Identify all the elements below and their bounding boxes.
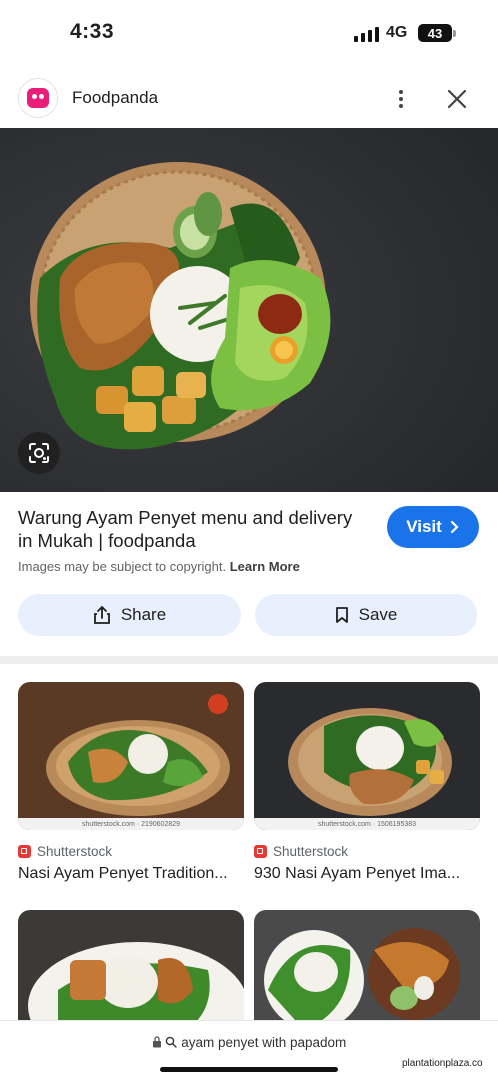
related-thumbnail[interactable]: shutterstock.com · 1506195383 — [254, 682, 480, 830]
foodpanda-logo-icon[interactable] — [18, 78, 58, 118]
save-button[interactable]: Save — [255, 594, 477, 636]
lens-search-icon[interactable] — [18, 432, 60, 474]
result-source: Shutterstock — [37, 844, 113, 859]
result-title[interactable]: 930 Nasi Ayam Penyet Ima... — [254, 865, 480, 883]
result-title[interactable]: Nasi Ayam Penyet Tradition... — [18, 865, 244, 883]
search-icon — [166, 1036, 178, 1048]
copyright-notice: Images may be subject to copyright. Lear… — [18, 559, 300, 574]
signal-icon — [354, 26, 380, 42]
share-label: Share — [120, 605, 167, 624]
result-info: Warung Ayam Penyet menu and delivery in … — [0, 492, 498, 656]
share-icon — [93, 605, 110, 624]
bookmark-icon — [335, 607, 348, 623]
related-result-card[interactable]: shutterstock.com · 2190602829 Shuttersto… — [18, 682, 244, 883]
address-bar[interactable]: ayam penyet with papadom — [0, 1020, 498, 1080]
visit-label: Visit — [406, 517, 442, 536]
shutterstock-icon — [18, 845, 31, 858]
site-name[interactable]: Foodpanda — [72, 88, 158, 108]
save-label: Save — [358, 605, 398, 624]
image-watermark: shutterstock.com · 2190602829 — [18, 818, 244, 830]
home-indicator[interactable] — [160, 1067, 338, 1072]
related-result-card[interactable]: shutterstock.com · 1506195383 Shuttersto… — [254, 682, 480, 883]
section-divider — [0, 656, 498, 664]
share-button[interactable]: Share — [18, 594, 241, 636]
visit-button[interactable]: Visit — [387, 506, 479, 548]
site-watermark: plantationplaza.co — [402, 1058, 483, 1069]
food-plate-illustration — [0, 128, 498, 492]
close-icon[interactable] — [442, 84, 472, 114]
more-options-icon[interactable] — [386, 84, 416, 114]
battery-level: 43 — [427, 25, 443, 41]
battery-icon: 43 — [418, 24, 452, 42]
related-thumbnail[interactable]: shutterstock.com · 2190602829 — [18, 682, 244, 830]
viewer-header: Foodpanda — [0, 72, 498, 126]
image-watermark: shutterstock.com · 1506195383 — [254, 818, 480, 830]
status-time: 4:33 — [70, 20, 115, 43]
result-title[interactable]: Warung Ayam Penyet menu and delivery in … — [18, 506, 358, 552]
search-query: ayam penyet with papadom — [181, 1035, 347, 1050]
network-label: 4G — [386, 24, 408, 41]
chevron-right-icon — [450, 520, 459, 534]
learn-more-link[interactable]: Learn More — [230, 559, 300, 574]
result-source: Shutterstock — [273, 844, 349, 859]
lock-icon — [152, 1036, 161, 1048]
main-image[interactable] — [0, 128, 498, 492]
shutterstock-icon — [254, 845, 267, 858]
status-bar: 4:33 4G 43 — [0, 0, 498, 66]
